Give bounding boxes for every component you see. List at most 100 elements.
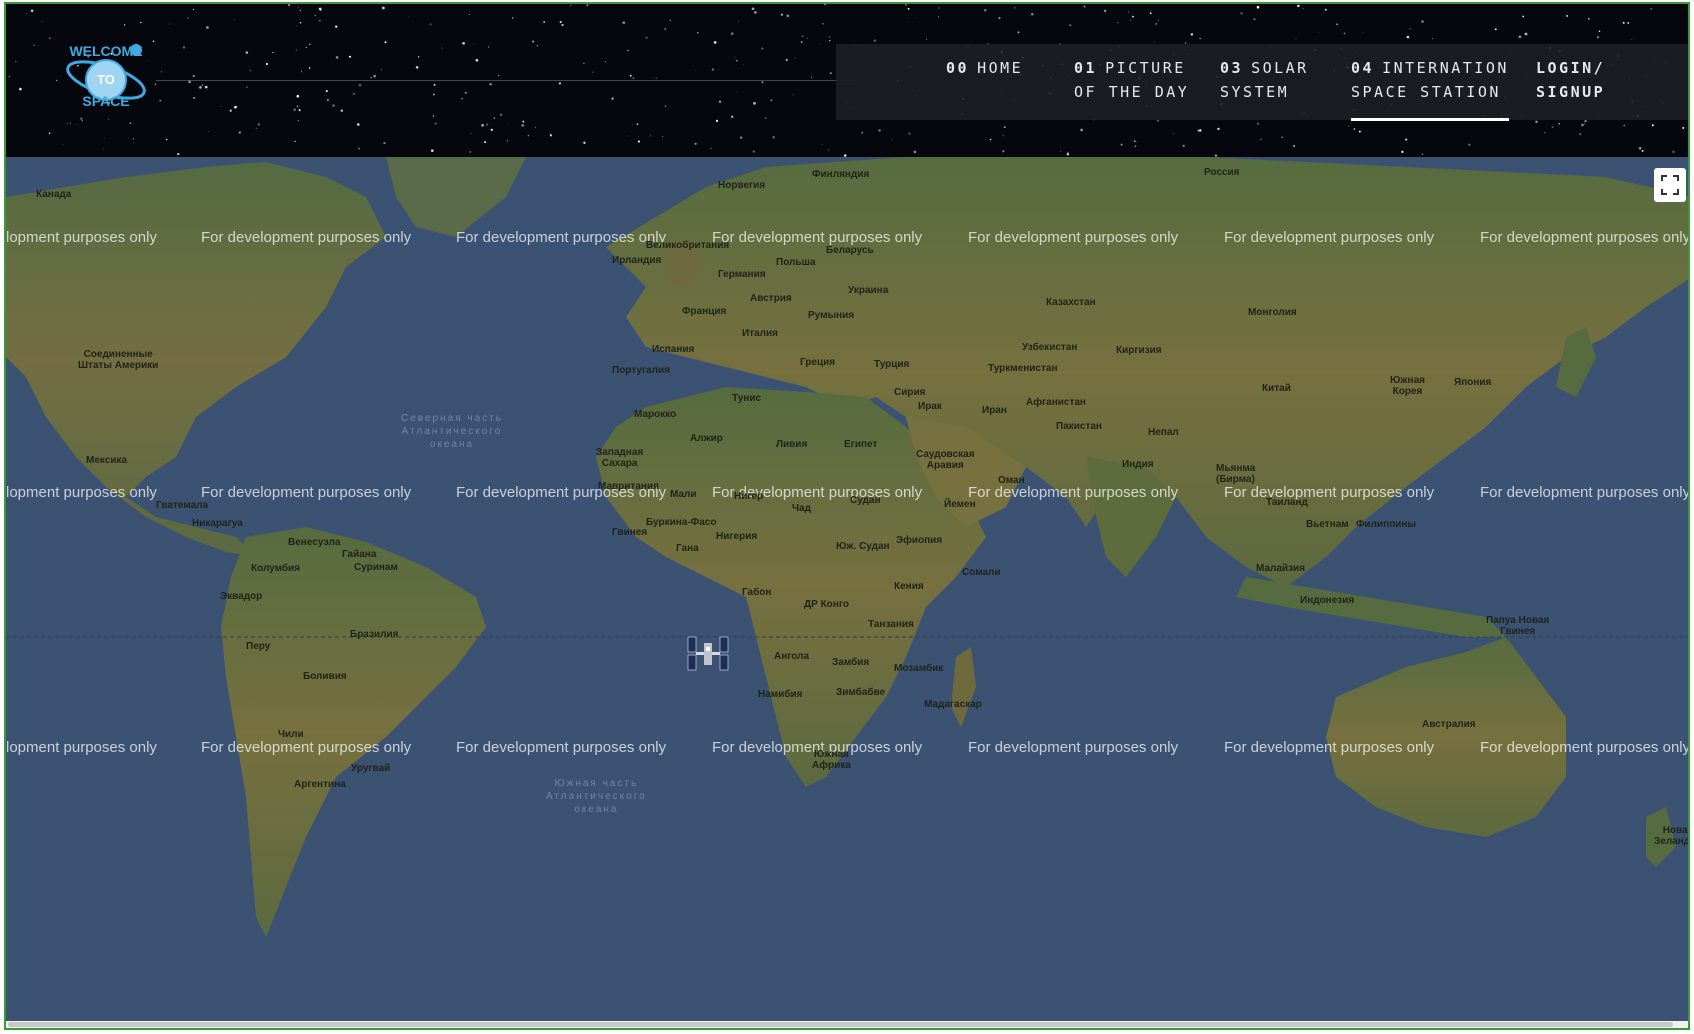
country-label: Ангола: [774, 651, 810, 662]
star: [1260, 138, 1263, 141]
star: [314, 14, 316, 17]
watermark: For development purposes only: [1224, 229, 1435, 246]
country-label: Бразилия: [350, 629, 399, 640]
star: [761, 81, 764, 84]
star: [736, 90, 737, 92]
star: [380, 69, 382, 71]
star: [296, 94, 300, 98]
welcome-to-space-logo[interactable]: WELCOME TO SPACE: [54, 38, 164, 118]
star: [299, 21, 302, 24]
star: [66, 123, 68, 125]
star: [1543, 131, 1546, 134]
nav-picture-label: PICTURE: [1105, 59, 1186, 77]
star: [738, 20, 740, 22]
star: [335, 56, 339, 59]
star: [129, 122, 132, 124]
star: [1343, 32, 1346, 35]
star: [1134, 145, 1137, 147]
fullscreen-button[interactable]: [1654, 168, 1686, 202]
nav-iss-label-line2: SPACE STATION: [1351, 83, 1501, 101]
star: [415, 65, 419, 69]
country-label: Италия: [742, 328, 778, 339]
country-label: Нигерия: [716, 531, 758, 542]
star: [800, 41, 803, 43]
star: [192, 74, 195, 78]
star: [558, 82, 562, 85]
country-label: Эфиопия: [896, 535, 943, 546]
star: [308, 43, 311, 46]
country-label: Эквадор: [220, 591, 263, 602]
star: [561, 23, 564, 27]
star: [257, 123, 261, 126]
star: [1535, 120, 1538, 124]
horizontal-scrollbar[interactable]: [6, 1021, 1688, 1028]
star: [298, 109, 301, 112]
star: [649, 135, 651, 137]
country-label: Габон: [742, 587, 772, 598]
star: [908, 132, 911, 135]
star: [645, 36, 648, 39]
star: [1317, 32, 1319, 33]
star: [627, 49, 629, 52]
iss-world-map[interactable]: lopment purposes only For development pu…: [6, 157, 1688, 1028]
star: [822, 23, 824, 25]
star: [989, 138, 992, 141]
star: [432, 93, 435, 96]
star: [1347, 125, 1349, 127]
star: [1014, 7, 1016, 9]
star: [1158, 19, 1160, 21]
star: [1060, 150, 1062, 152]
star: [662, 135, 664, 138]
star: [611, 97, 614, 100]
nav-international-space-station[interactable]: 04 INTERNATION SPACE STATION: [1351, 56, 1509, 121]
star: [236, 106, 238, 108]
star: [1401, 150, 1404, 154]
star: [637, 140, 641, 143]
country-label: Испания: [652, 344, 695, 355]
star: [249, 69, 252, 72]
country-label: Греция: [800, 357, 836, 368]
site-header: WELCOME TO SPACE 00 HOME 01 PICTURE OF THE…: [6, 4, 1688, 157]
star: [473, 43, 474, 45]
nav-login-signup[interactable]: LOGIN/ SIGNUP: [1536, 56, 1605, 104]
star: [743, 64, 744, 66]
country-label: Афганистан: [1026, 397, 1086, 408]
country-label: Польша: [776, 257, 816, 268]
star: [1067, 151, 1069, 153]
star: [123, 24, 126, 26]
star: [628, 135, 629, 137]
nav-home[interactable]: 00 HOME: [946, 56, 1023, 80]
star: [632, 77, 635, 80]
watermark: For development purposes only: [456, 229, 667, 246]
indonesia-landmass: [1236, 577, 1506, 637]
scrollbar-thumb[interactable]: [8, 1022, 1674, 1027]
country-label: Украина: [848, 285, 889, 296]
country-label: Египет: [844, 439, 878, 450]
country-label: Алжир: [690, 433, 723, 444]
star: [1638, 147, 1642, 150]
nav-solar-system[interactable]: 03 SOLAR SYSTEM: [1220, 56, 1309, 104]
star: [861, 131, 864, 134]
star: [1405, 138, 1408, 141]
country-label: Казахстан: [1046, 297, 1096, 308]
nav-picture-number: 01: [1074, 59, 1098, 77]
country-label: Кения: [894, 581, 924, 592]
star: [484, 141, 487, 144]
country-label: Мьянма (Бирма): [1216, 463, 1256, 485]
star: [1682, 126, 1685, 130]
browser-viewport: WELCOME TO SPACE 00 HOME 01 PICTURE OF THE…: [4, 2, 1690, 1030]
country-label: Зимбабве: [836, 687, 886, 698]
nav-picture-of-the-day[interactable]: 01 PICTURE OF THE DAY: [1074, 56, 1189, 104]
star: [166, 138, 168, 141]
iss-marker-icon[interactable]: [686, 635, 730, 673]
country-label: Суринам: [354, 562, 398, 573]
country-label: Ирак: [918, 401, 942, 412]
header-divider-line: [156, 80, 856, 81]
star: [489, 83, 492, 86]
star: [531, 40, 535, 43]
star: [295, 49, 297, 51]
star: [828, 149, 830, 151]
country-label: Мозамбик: [894, 663, 944, 674]
star: [272, 51, 274, 54]
star: [711, 68, 715, 71]
